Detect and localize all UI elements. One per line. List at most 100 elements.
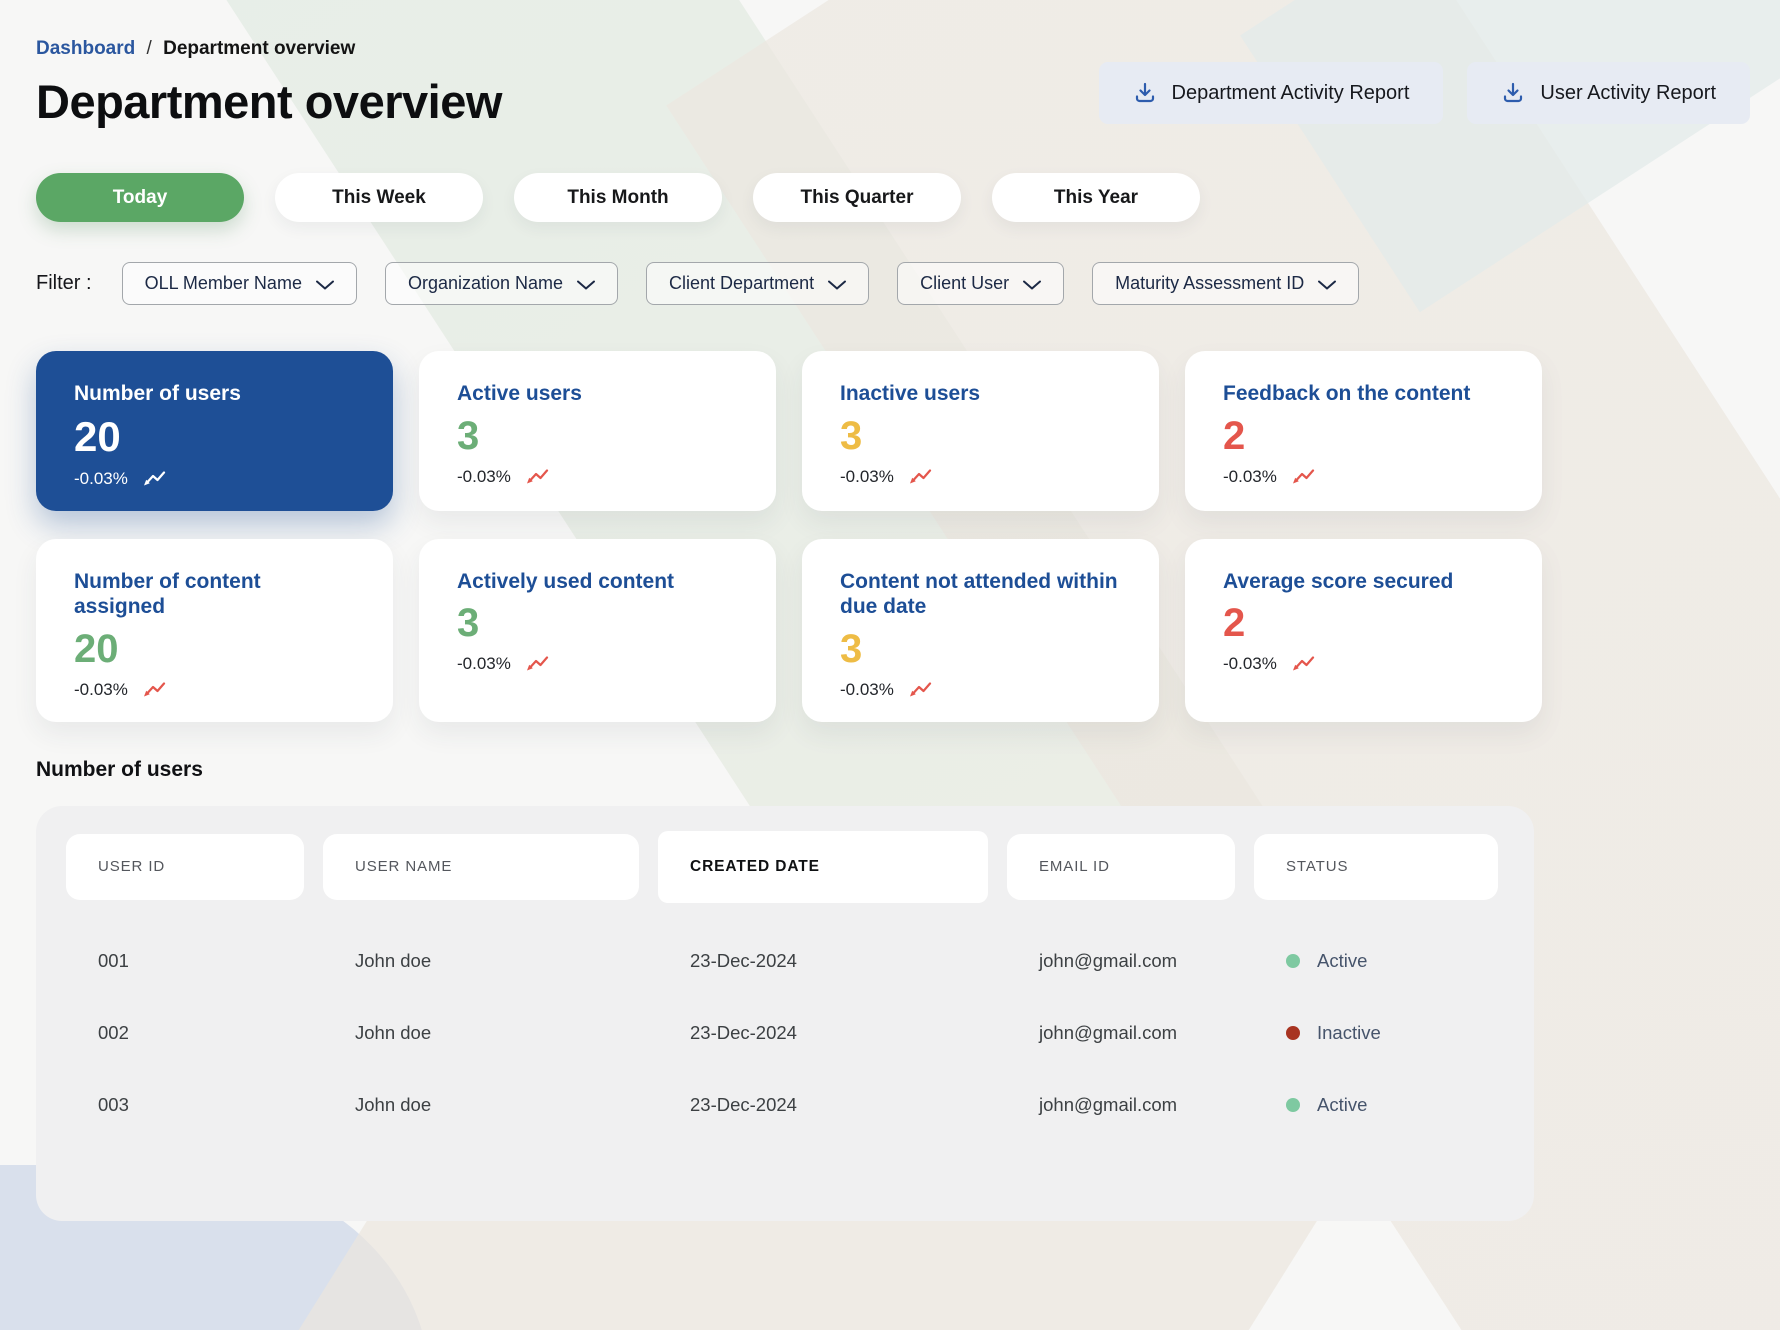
stat-card-trend: -0.03% xyxy=(1223,467,1504,487)
stat-card-trend: -0.03% xyxy=(1223,654,1504,674)
users-table: USER ID USER NAME CREATED DATE EMAIL ID … xyxy=(36,805,1534,1221)
status-label: Active xyxy=(1317,949,1368,971)
column-header-email-id[interactable]: EMAIL ID xyxy=(1007,833,1235,900)
column-header-user-id[interactable]: USER ID xyxy=(66,833,304,900)
cell-user-name: John doe xyxy=(355,949,432,971)
time-filter-this-quarter[interactable]: This Quarter xyxy=(753,173,961,222)
user-activity-report-button[interactable]: User Activity Report xyxy=(1467,62,1750,124)
chevron-down-icon xyxy=(1023,280,1042,289)
trend-value: -0.03% xyxy=(457,466,511,486)
filter-label: Filter : xyxy=(36,272,92,294)
report-button-label: User Activity Report xyxy=(1540,81,1716,104)
status-label: Active xyxy=(1317,1093,1368,1115)
dropdown-label: Organization Name xyxy=(407,273,564,293)
trend-value: -0.03% xyxy=(840,466,894,486)
time-filter-this-year[interactable]: This Year xyxy=(992,173,1200,222)
trend-value: -0.03% xyxy=(1223,466,1277,486)
stat-card-value: 3 xyxy=(840,413,863,458)
trend-down-arrow-icon xyxy=(143,471,165,486)
stat-card-value: 2 xyxy=(1223,601,1246,646)
dropdown-label: Maturity Assessment ID xyxy=(1115,273,1305,293)
stat-card-value: 20 xyxy=(74,626,119,671)
stat-card-content-assigned[interactable]: Number of content assigned 20 -0.03% xyxy=(36,538,393,722)
header-actions: Department Activity Report User Activity… xyxy=(1098,62,1750,124)
table-section-heading: Number of users xyxy=(36,757,203,781)
trend-down-arrow-icon xyxy=(526,656,548,671)
stat-card-title: Average score secured xyxy=(1223,569,1454,593)
users-table-body: 001 John doe 23-Dec-2024 john@gmail.com … xyxy=(66,925,1504,1141)
stat-card-content-not-attended[interactable]: Content not attended within due date 3 -… xyxy=(802,538,1159,722)
chevron-down-icon xyxy=(315,280,334,289)
cell-created-date: 23-Dec-2024 xyxy=(690,1021,797,1043)
stat-card-number-of-users[interactable]: Number of users 20 -0.03% xyxy=(36,351,393,511)
stat-card-trend: -0.03% xyxy=(840,680,1121,700)
stat-card-value: 2 xyxy=(1223,413,1246,458)
column-header-user-name[interactable]: USER NAME xyxy=(323,833,639,900)
stat-card-title: Actively used content xyxy=(457,569,675,593)
chevron-down-icon xyxy=(577,280,596,289)
trend-value: -0.03% xyxy=(74,468,128,488)
dropdown-label: Client Department xyxy=(669,273,815,293)
breadcrumb-dashboard-link[interactable]: Dashboard xyxy=(36,38,135,59)
main-content: Dashboard / Department overview Departme… xyxy=(0,0,1780,1221)
trend-value: -0.03% xyxy=(1223,654,1277,674)
stat-card-title: Feedback on the content xyxy=(1223,382,1471,405)
department-activity-report-button[interactable]: Department Activity Report xyxy=(1098,62,1444,124)
dropdown-maturity-assessment-id[interactable]: Maturity Assessment ID xyxy=(1092,262,1360,305)
dropdown-client-department[interactable]: Client Department xyxy=(646,262,870,305)
cell-user-id: 003 xyxy=(98,1093,129,1115)
cell-created-date: 23-Dec-2024 xyxy=(690,1093,797,1115)
stat-card-value: 3 xyxy=(457,413,480,458)
time-filter-this-month[interactable]: This Month xyxy=(514,173,722,222)
dropdown-client-user[interactable]: Client User xyxy=(897,262,1065,305)
cell-status: Active xyxy=(1254,1094,1498,1116)
cell-status: Inactive xyxy=(1254,1022,1498,1044)
stat-card-feedback-on-content[interactable]: Feedback on the content 2 -0.03% xyxy=(1185,351,1542,511)
cell-email: john@gmail.com xyxy=(1039,949,1178,971)
breadcrumb: Dashboard / Department overview xyxy=(36,38,1750,60)
time-filter-this-week[interactable]: This Week xyxy=(275,173,483,222)
stat-card-title: Inactive users xyxy=(840,382,981,405)
cell-user-name: John doe xyxy=(355,1093,432,1115)
stat-card-average-score[interactable]: Average score secured 2 -0.03% xyxy=(1185,538,1542,722)
trend-down-arrow-icon xyxy=(1292,469,1314,484)
trend-value: -0.03% xyxy=(840,679,894,699)
time-filter-today[interactable]: Today xyxy=(36,173,244,222)
status-dot-red xyxy=(1286,1025,1300,1040)
trend-down-arrow-icon xyxy=(143,682,165,697)
stat-card-trend: -0.03% xyxy=(457,654,738,674)
breadcrumb-current: Department overview xyxy=(163,38,356,59)
breadcrumb-separator: / xyxy=(146,38,152,59)
stat-card-trend: -0.03% xyxy=(840,467,1121,487)
trend-down-arrow-icon xyxy=(909,469,931,484)
users-table-header: USER ID USER NAME CREATED DATE EMAIL ID … xyxy=(66,830,1504,903)
table-row: 001 John doe 23-Dec-2024 john@gmail.com … xyxy=(66,925,1504,997)
dropdown-label: Client User xyxy=(920,273,1010,293)
stat-card-value: 3 xyxy=(457,601,480,646)
chevron-down-icon xyxy=(828,280,847,289)
column-header-status[interactable]: STATUS xyxy=(1254,833,1498,900)
time-filter-group: Today This Week This Month This Quarter … xyxy=(36,173,1750,222)
dropdown-oll-member-name[interactable]: OLL Member Name xyxy=(121,262,357,305)
stat-card-inactive-users[interactable]: Inactive users 3 -0.03% xyxy=(802,351,1159,511)
status-dot-green xyxy=(1286,1097,1300,1112)
stat-card-value: 20 xyxy=(74,412,121,460)
download-icon xyxy=(1135,82,1154,103)
stat-card-title: Number of users xyxy=(74,382,241,405)
trend-down-arrow-icon xyxy=(526,469,548,484)
stat-card-title: Content not attended within due date xyxy=(840,569,1118,619)
stat-card-trend: -0.03% xyxy=(74,680,355,700)
cell-created-date: 23-Dec-2024 xyxy=(690,949,797,971)
dropdown-label: OLL Member Name xyxy=(144,273,302,293)
download-icon xyxy=(1504,82,1523,103)
dropdown-organization-name[interactable]: Organization Name xyxy=(384,262,619,305)
trend-down-arrow-icon xyxy=(909,682,931,697)
trend-down-arrow-icon xyxy=(1292,656,1314,671)
table-row: 002 John doe 23-Dec-2024 john@gmail.com … xyxy=(66,997,1504,1069)
trend-value: -0.03% xyxy=(457,654,511,674)
cell-user-id: 002 xyxy=(98,1021,129,1043)
stat-card-active-users[interactable]: Active users 3 -0.03% xyxy=(419,351,776,511)
column-header-created-date[interactable]: CREATED DATE xyxy=(658,830,988,903)
trend-value: -0.03% xyxy=(74,679,128,699)
stat-card-actively-used-content[interactable]: Actively used content 3 -0.03% xyxy=(419,538,776,722)
